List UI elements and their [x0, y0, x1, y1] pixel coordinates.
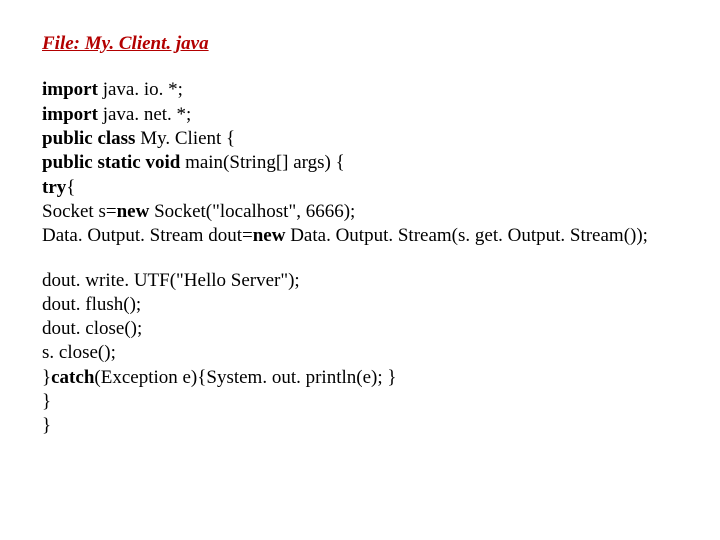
keyword-import: import: [42, 104, 103, 125]
code-line: }: [42, 414, 678, 438]
code-text: My. Client {: [140, 128, 235, 149]
keyword-import: import: [42, 79, 103, 100]
keyword-public-static-void: public static void: [42, 152, 185, 173]
code-text: }: [42, 367, 51, 388]
code-line: public class My. Client {: [42, 127, 678, 151]
code-text: Data. Output. Stream dout=: [42, 225, 253, 246]
code-line: }: [42, 390, 678, 414]
keyword-public-class: public class: [42, 128, 140, 149]
keyword-try: try: [42, 177, 66, 198]
code-text: {: [66, 177, 75, 198]
code-text: main(String[] args) {: [185, 152, 345, 173]
code-text: java. net. *;: [103, 104, 192, 125]
code-line: Data. Output. Stream dout=new Data. Outp…: [42, 224, 678, 248]
code-line: Socket s=new Socket("localhost", 6666);: [42, 200, 678, 224]
code-line: public static void main(String[] args) {: [42, 151, 678, 175]
code-line: import java. net. *;: [42, 103, 678, 127]
code-text: (Exception e){System. out. println(e); }: [94, 367, 396, 388]
code-text: Socket s=: [42, 201, 117, 222]
code-line: try{: [42, 176, 678, 200]
code-line: import java. io. *;: [42, 78, 678, 102]
code-text: Data. Output. Stream(s. get. Output. Str…: [290, 225, 648, 246]
code-line: s. close();: [42, 341, 678, 365]
code-block-2: dout. write. UTF("Hello Server"); dout. …: [42, 269, 678, 439]
code-line: dout. close();: [42, 317, 678, 341]
code-text: Socket("localhost", 6666);: [154, 201, 355, 222]
code-line: dout. flush();: [42, 293, 678, 317]
code-line: }catch(Exception e){System. out. println…: [42, 366, 678, 390]
file-title: File: My. Client. java: [42, 32, 678, 56]
keyword-new: new: [253, 225, 290, 246]
keyword-catch: catch: [51, 367, 94, 388]
code-line: dout. write. UTF("Hello Server");: [42, 269, 678, 293]
code-block-1: import java. io. *; import java. net. *;…: [42, 78, 678, 248]
code-text: java. io. *;: [103, 79, 183, 100]
keyword-new: new: [117, 201, 154, 222]
